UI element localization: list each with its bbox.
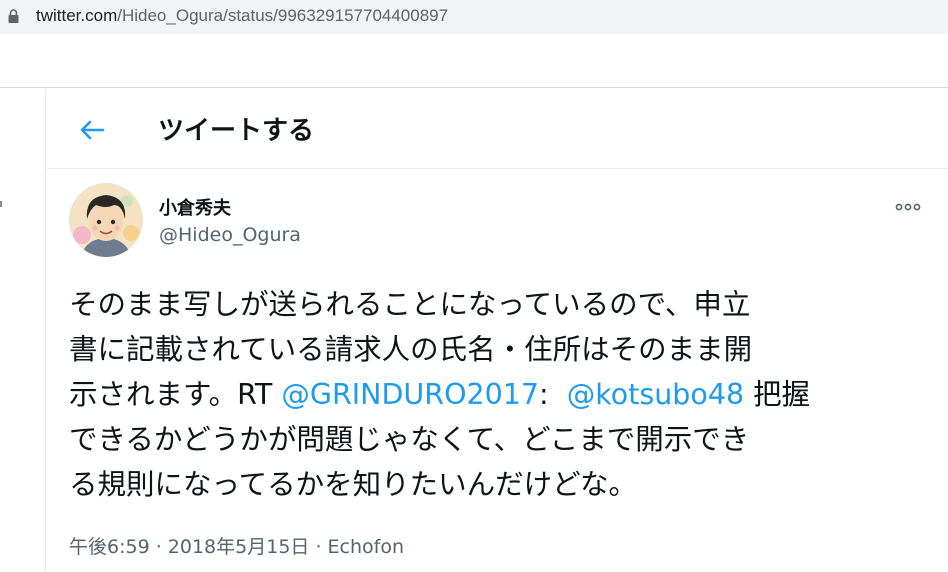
tweet-time-link[interactable]: 午後6:59 — [69, 536, 150, 558]
tweet-text-line: できるかどうかが問題じゃなくて、どこまで開示でき — [69, 423, 750, 456]
tweet-text-segment: : — [539, 378, 567, 411]
author-name[interactable]: 小倉秀夫 — [159, 194, 231, 220]
lock-icon — [8, 9, 19, 23]
browser-address-bar[interactable]: twitter.com/Hideo_Ogura/status/996329157… — [0, 0, 948, 34]
tweet-text-segment: 示されます。RT — [69, 378, 282, 411]
meta-separator: · — [149, 536, 168, 558]
tweet-meta: 午後6:59 · 2018年5月15日 · Echofon — [69, 532, 404, 559]
left-column-mark — [0, 201, 2, 207]
url-path: /Hideo_Ogura/status/996329157704400897 — [117, 6, 449, 25]
tweet-text-line: 書に記載されている請求人の氏名・住所はそのまま開 — [69, 333, 753, 366]
page-title: ツイートする — [158, 116, 315, 146]
avatar[interactable] — [69, 183, 143, 257]
meta-separator: · — [309, 536, 328, 558]
tweet-text-segment: 把握 — [744, 378, 811, 411]
tweet-text-line: そのまま写しが送られることになっているので、申立 — [69, 288, 751, 321]
top-blank-area — [0, 34, 948, 88]
tweet-text-line: 示されます。RT @GRINDURO2017: @kotsubo48 把握 — [69, 372, 937, 417]
left-column — [0, 89, 46, 572]
mention-link[interactable]: @GRINDURO2017 — [281, 378, 539, 411]
tweet-text: そのまま写しが送られることになっているので、申立 書に記載されている請求人の氏名… — [69, 282, 937, 507]
more-icon — [895, 203, 921, 211]
url-text[interactable]: twitter.com/Hideo_Ogura/status/996329157… — [36, 6, 448, 26]
tweet-detail-panel: ツイートする 小倉秀夫 @Hideo_Ogura そのまま写しが送られることにな… — [47, 89, 948, 572]
avatar-illustration — [69, 183, 143, 257]
url-domain: twitter.com — [36, 6, 118, 25]
mention-link[interactable]: @kotsubo48 — [567, 378, 744, 411]
more-options-button[interactable] — [889, 195, 927, 219]
tweet-text-line: る規則になってるかを知りたいんだけどな。 — [69, 468, 638, 501]
author-handle[interactable]: @Hideo_Ogura — [159, 224, 301, 246]
tweet-source-link[interactable]: Echofon — [328, 536, 404, 558]
page-header: ツイートする — [47, 89, 948, 169]
back-button[interactable] — [73, 111, 111, 149]
arrow-left-icon — [80, 120, 105, 140]
tweet-date-link[interactable]: 2018年5月15日 — [168, 536, 310, 558]
